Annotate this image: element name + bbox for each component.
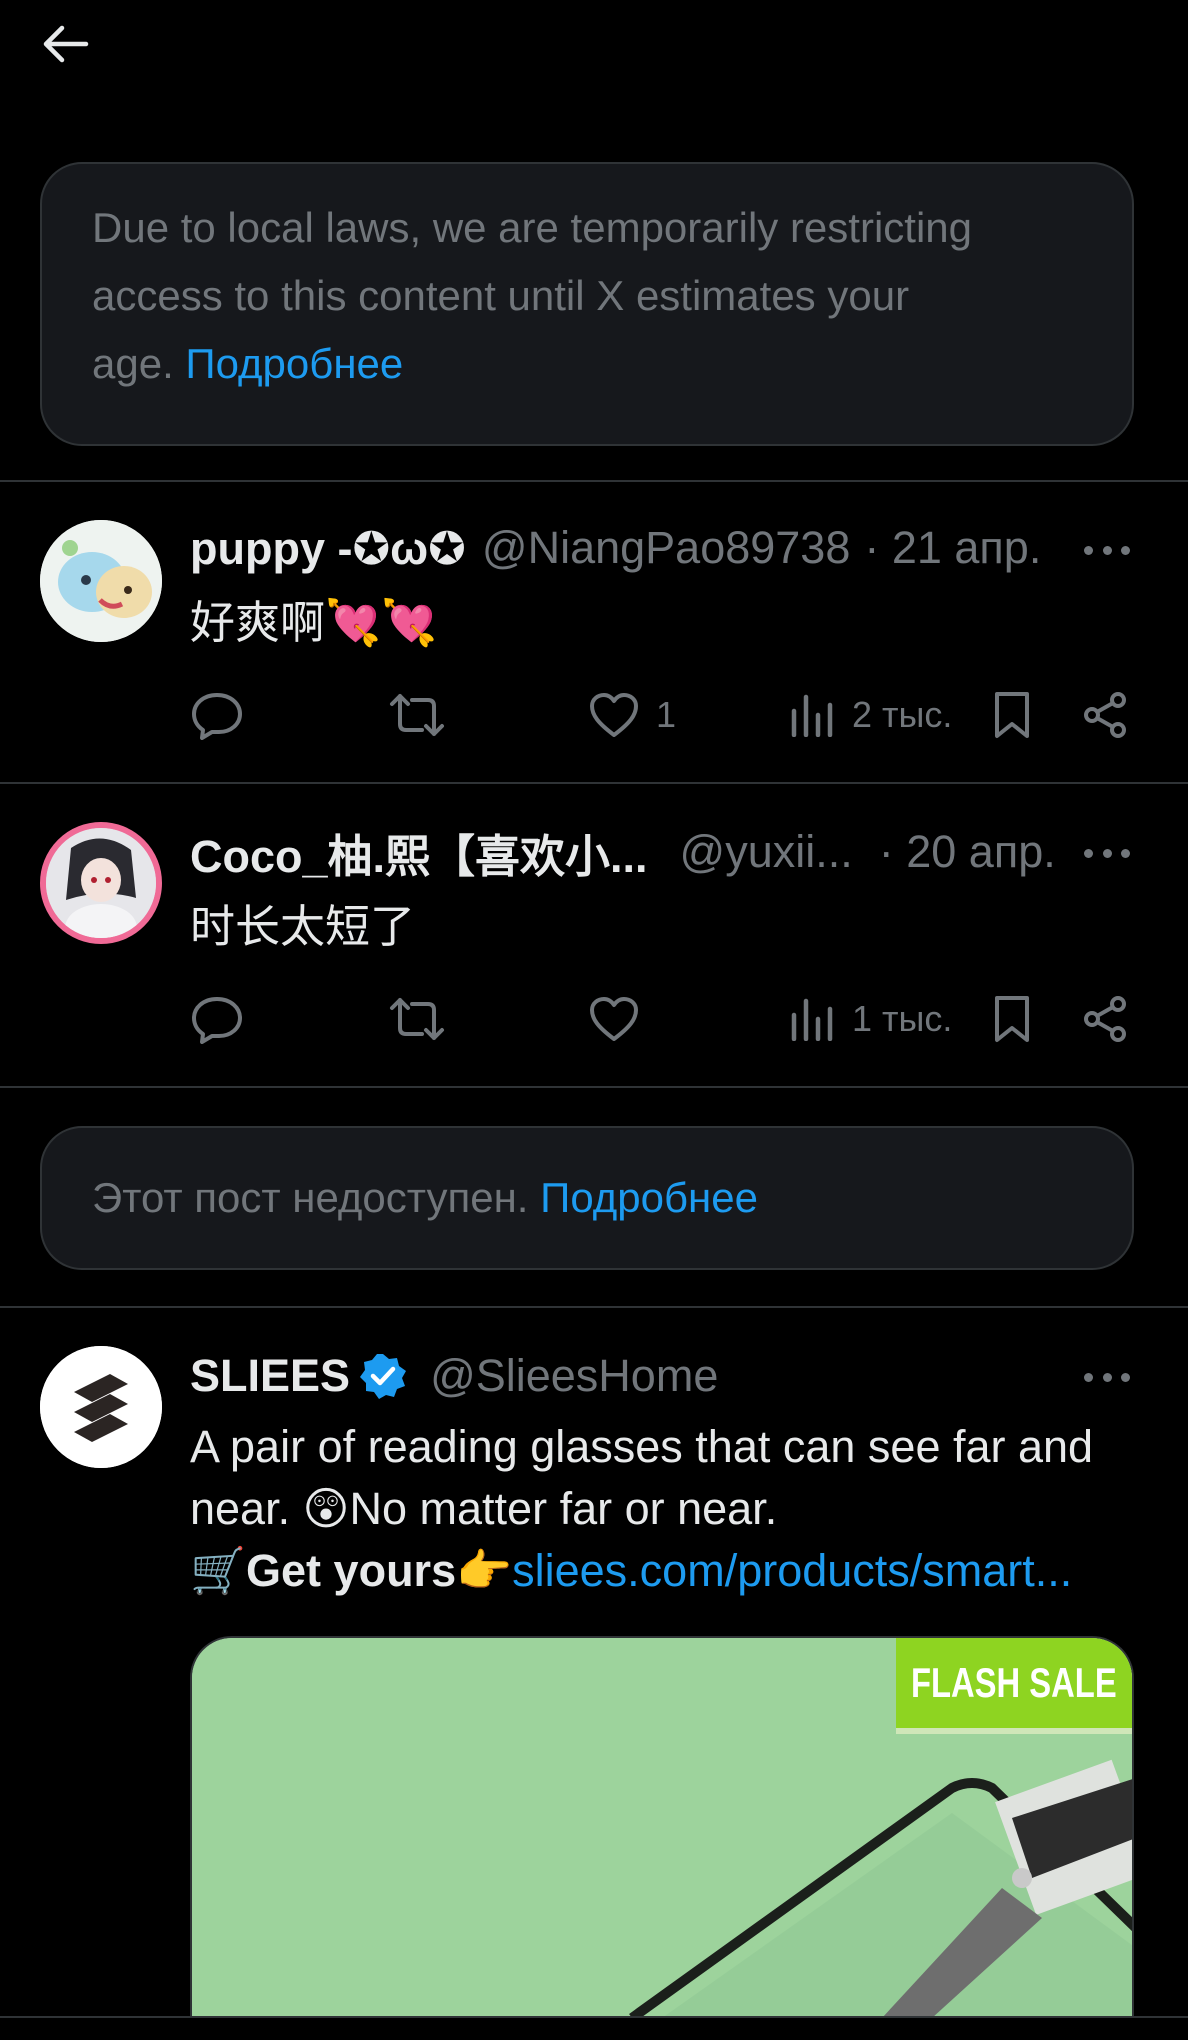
author-handle[interactable]: @SlieesHome	[430, 1350, 718, 1402]
notice-line: access to this content until X estimates…	[92, 272, 910, 319]
bookmark-button[interactable]	[992, 994, 1032, 1044]
author-name[interactable]: Coco_柚.熙【喜欢小...	[190, 820, 648, 885]
notice-line: age.	[92, 340, 174, 387]
post-emoji: 💘💘	[325, 597, 438, 648]
share-button[interactable]	[1082, 690, 1130, 740]
post-media[interactable]: FLASH SALE	[190, 1636, 1134, 2016]
share-icon	[1084, 692, 1126, 738]
repost-button[interactable]	[388, 994, 446, 1044]
age-restriction-notice: Due to local laws, we are temporarily re…	[40, 162, 1134, 446]
divider	[0, 1306, 1188, 1308]
author-handle[interactable]: @yuxii...	[680, 826, 853, 878]
like-button[interactable]: 1	[588, 690, 676, 740]
more-icon	[1084, 545, 1093, 555]
avatar-image	[46, 828, 156, 938]
like-count: 1	[656, 694, 677, 735]
bookmark-icon	[995, 692, 1029, 738]
back-button[interactable]	[40, 18, 100, 70]
avatar[interactable]	[40, 822, 162, 944]
repost-icon	[390, 998, 444, 1040]
more-icon-dot	[1102, 545, 1112, 555]
post-date[interactable]: · 20 апр.	[879, 826, 1056, 878]
post-text: 好爽啊	[190, 597, 326, 648]
post-text-line: No matter far or near.	[349, 1483, 778, 1534]
cart-emoji: 🛒	[190, 1545, 247, 1596]
view-count: 1 тыс.	[852, 998, 953, 1039]
post-text: 时长太短了	[190, 901, 416, 952]
notice-text: Этот пост недоступен.	[92, 1174, 529, 1221]
reply-icon	[192, 997, 242, 1044]
reply-button[interactable]	[190, 994, 244, 1044]
pointing-emoji: 👉	[456, 1545, 513, 1596]
like-icon	[590, 693, 638, 737]
post-date[interactable]: · 21 апр.	[864, 522, 1041, 574]
author-handle[interactable]: @NiangPao89738	[482, 522, 850, 574]
more-icon-dot	[1102, 848, 1112, 858]
repost-button[interactable]	[388, 690, 446, 740]
verified-badge-icon	[360, 1354, 407, 1399]
reply-icon	[192, 693, 242, 740]
cta-text: Get yours	[246, 1545, 457, 1596]
more-menu-button[interactable]	[1084, 1367, 1130, 1387]
view-count: 2 тыс.	[852, 694, 953, 735]
avatar-image	[40, 520, 162, 642]
views-icon	[791, 998, 833, 1041]
learn-more-link[interactable]: Подробнее	[185, 340, 403, 387]
back-arrow-icon	[43, 25, 89, 63]
unavailable-post-notice: Этот пост недоступен. Подробнее	[40, 1126, 1134, 1270]
avatar[interactable]	[40, 520, 162, 642]
divider	[0, 1086, 1188, 1088]
more-icon-dot	[1121, 848, 1130, 858]
product-link[interactable]: sliees.com/products/smart...	[512, 1545, 1072, 1596]
repost-icon	[390, 694, 444, 736]
flash-sale-text: FLASH SALE	[911, 1659, 1117, 1706]
post-text-line: near.	[190, 1483, 303, 1534]
bookmark-icon	[995, 996, 1029, 1042]
divider	[0, 782, 1188, 784]
more-icon-dot	[1121, 1372, 1130, 1382]
like-icon	[590, 997, 638, 1041]
bookmark-button[interactable]	[992, 690, 1032, 740]
more-menu-button[interactable]	[1084, 540, 1130, 560]
notice-line: Due to local laws, we are temporarily re…	[92, 204, 972, 251]
more-icon-dot	[1121, 545, 1130, 555]
sliees-logo-icon	[40, 1346, 162, 1468]
reply-button[interactable]	[190, 690, 244, 740]
views-icon	[791, 694, 833, 737]
like-button[interactable]	[588, 994, 640, 1044]
learn-more-link[interactable]: Подробнее	[540, 1174, 758, 1221]
more-icon	[1084, 1372, 1093, 1382]
share-icon	[1084, 996, 1126, 1042]
author-name[interactable]: puppy -✪ω✪	[190, 522, 466, 575]
author-name[interactable]: SLIEES	[190, 1350, 350, 1402]
more-icon	[1084, 848, 1093, 858]
divider	[0, 2016, 1188, 2018]
share-button[interactable]	[1082, 994, 1130, 1044]
avatar[interactable]	[40, 1346, 162, 1468]
more-menu-button[interactable]	[1084, 843, 1130, 863]
post-text-line: A pair of reading glasses that can see f…	[190, 1421, 1094, 1472]
views-button[interactable]: 2 тыс.	[790, 690, 952, 740]
more-icon-dot	[1102, 1372, 1112, 1382]
surprised-emoji: 😲	[302, 1483, 350, 1534]
flash-sale-badge: FLASH SALE	[896, 1638, 1132, 1728]
divider	[0, 480, 1188, 482]
views-button[interactable]: 1 тыс.	[790, 994, 952, 1044]
